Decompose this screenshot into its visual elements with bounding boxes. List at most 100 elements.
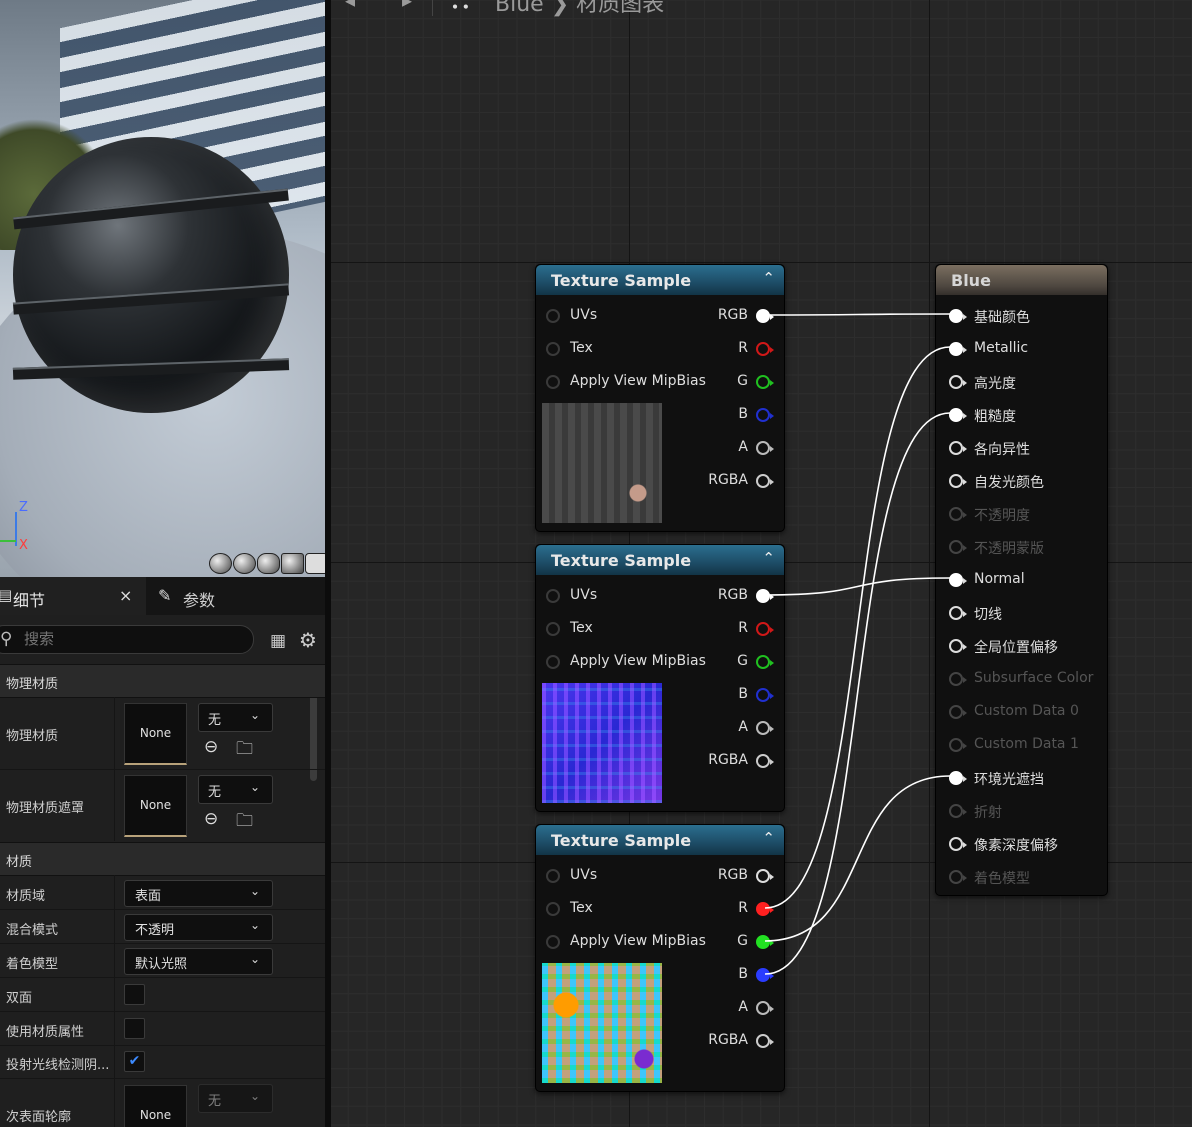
material-result-node[interactable]: Blue 基础颜色 Metallic 高光度 粗糙度 各向异性 自发光颜色 不透明度 不透明蒙… bbox=[935, 264, 1108, 896]
texture-sample-node[interactable]: Texture Sample ⌃ UVs Tex Apply View MipB… bbox=[535, 544, 785, 812]
output-pin-g[interactable] bbox=[756, 935, 774, 949]
phys-mat-thumbnail[interactable]: None bbox=[124, 703, 187, 765]
custom-mesh-preview-icon[interactable] bbox=[305, 553, 325, 574]
material-input-pin[interactable] bbox=[949, 441, 967, 455]
material-input-pin[interactable] bbox=[949, 540, 967, 554]
input-pin[interactable] bbox=[546, 589, 560, 603]
output-pin-rgb[interactable] bbox=[756, 589, 774, 603]
material-input-pin[interactable] bbox=[949, 474, 967, 488]
node-header[interactable]: Blue bbox=[936, 265, 1107, 295]
output-pin-rgba[interactable] bbox=[756, 474, 774, 488]
output-pin-r[interactable] bbox=[756, 622, 774, 636]
browse-folder-icon[interactable]: 🗀 bbox=[236, 808, 253, 837]
input-pin[interactable] bbox=[546, 655, 560, 669]
subsurface-profile-thumbnail[interactable]: None bbox=[124, 1085, 187, 1127]
output-pin-a[interactable] bbox=[756, 721, 774, 735]
output-pin-label: RGBA bbox=[708, 472, 748, 488]
material-domain-label: 材质域 bbox=[6, 889, 46, 904]
tab-parameters[interactable]: 参数 bbox=[183, 587, 215, 611]
input-pin[interactable] bbox=[546, 902, 560, 916]
phys-mat-combo[interactable]: 无 ⌄ bbox=[198, 703, 273, 732]
input-pin[interactable] bbox=[546, 935, 560, 949]
material-input-pin[interactable] bbox=[949, 804, 967, 818]
output-pin-b[interactable] bbox=[756, 688, 774, 702]
input-pin[interactable] bbox=[546, 309, 560, 323]
texture-sample-node[interactable]: Texture Sample ⌃ UVs Tex Apply View MipB… bbox=[535, 824, 785, 1092]
sphere-preview-icon[interactable] bbox=[233, 553, 256, 574]
back-arrow-icon[interactable]: ◂ bbox=[345, 0, 355, 12]
node-header[interactable]: Texture Sample ⌃ bbox=[536, 265, 784, 295]
use-material-attributes-checkbox[interactable] bbox=[124, 1018, 145, 1039]
texture-preview-normal bbox=[542, 683, 662, 803]
section-physical-material[interactable]: 物理材质 bbox=[0, 664, 325, 698]
material-input-pin[interactable] bbox=[949, 606, 967, 620]
material-input-pin[interactable] bbox=[949, 672, 967, 686]
node-title: Texture Sample bbox=[551, 271, 692, 290]
input-pin[interactable] bbox=[546, 342, 560, 356]
use-selected-icon[interactable]: ⊖ bbox=[204, 809, 218, 829]
chevron-down-icon: ⌄ bbox=[249, 884, 260, 898]
search-input[interactable] bbox=[24, 630, 224, 648]
collapse-chevron-icon[interactable]: ⌃ bbox=[762, 269, 775, 287]
browse-folder-icon[interactable]: 🗀 bbox=[236, 736, 253, 765]
output-pin-g[interactable] bbox=[756, 655, 774, 669]
output-pin-rgb[interactable] bbox=[756, 869, 774, 883]
blend-mode-combo[interactable]: 不透明 ⌄ bbox=[124, 914, 273, 941]
output-pin-rgba[interactable] bbox=[756, 754, 774, 768]
subsurface-profile-combo[interactable]: 无 ⌄ bbox=[198, 1084, 273, 1113]
material-input-pin[interactable] bbox=[949, 870, 967, 884]
material-input-pin[interactable] bbox=[949, 507, 967, 521]
texture-sample-node[interactable]: Texture Sample ⌃ UVs Tex Apply View MipB… bbox=[535, 264, 785, 532]
material-input-pin[interactable] bbox=[949, 408, 967, 422]
material-input-pin[interactable] bbox=[949, 738, 967, 752]
use-selected-icon[interactable]: ⊖ bbox=[204, 737, 218, 757]
table-view-icon[interactable]: ▦ bbox=[270, 631, 286, 651]
material-preview-viewport[interactable]: Z X bbox=[0, 0, 325, 577]
material-input-pin[interactable] bbox=[949, 309, 967, 323]
breadcrumb-asset[interactable]: Blue bbox=[495, 0, 544, 17]
material-input-pin[interactable] bbox=[949, 771, 967, 785]
section-material[interactable]: 材质 bbox=[0, 842, 325, 876]
material-input-label: 不透明度 bbox=[974, 508, 1030, 524]
output-pin-b[interactable] bbox=[756, 408, 774, 422]
shading-model-combo[interactable]: 默认光照 ⌄ bbox=[124, 948, 273, 975]
material-input-pin[interactable] bbox=[949, 837, 967, 851]
cube-preview-icon[interactable] bbox=[281, 553, 304, 574]
output-pin-b[interactable] bbox=[756, 968, 774, 982]
forward-arrow-icon[interactable]: ▸ bbox=[402, 0, 412, 12]
node-header[interactable]: Texture Sample ⌃ bbox=[536, 825, 784, 855]
output-pin-r[interactable] bbox=[756, 342, 774, 356]
plane-preview-icon[interactable] bbox=[257, 553, 280, 574]
use-material-attributes-label: 使用材质属性 bbox=[6, 1025, 85, 1040]
cast-ray-traced-shadows-checkbox[interactable]: ✔ bbox=[124, 1051, 145, 1072]
material-input-pin[interactable] bbox=[949, 375, 967, 389]
collapse-chevron-icon[interactable]: ⌃ bbox=[762, 829, 775, 847]
close-icon[interactable]: × bbox=[119, 586, 132, 605]
two-sided-checkbox[interactable] bbox=[124, 984, 145, 1005]
node-header[interactable]: Texture Sample ⌃ bbox=[536, 545, 784, 575]
output-pin-rgb[interactable] bbox=[756, 309, 774, 323]
phys-mat-label: 物理材质 bbox=[6, 729, 59, 744]
phys-mat-mask-thumbnail[interactable]: None bbox=[124, 775, 187, 837]
input-pin[interactable] bbox=[546, 869, 560, 883]
output-pin-a[interactable] bbox=[756, 1001, 774, 1015]
output-pin-g[interactable] bbox=[756, 375, 774, 389]
input-pin[interactable] bbox=[546, 375, 560, 389]
collapse-chevron-icon[interactable]: ⌃ bbox=[762, 549, 775, 567]
output-pin-label: RGBA bbox=[708, 752, 748, 768]
material-input-pin[interactable] bbox=[949, 573, 967, 587]
output-pin-r[interactable] bbox=[756, 902, 774, 916]
material-domain-combo[interactable]: 表面 ⌄ bbox=[124, 880, 273, 907]
output-pin-a[interactable] bbox=[756, 441, 774, 455]
output-pin-rgba[interactable] bbox=[756, 1034, 774, 1048]
gear-icon[interactable]: ⚙ bbox=[299, 628, 317, 652]
tab-details[interactable]: ▤ 细节 × bbox=[0, 577, 146, 615]
input-pin[interactable] bbox=[546, 622, 560, 636]
phys-mat-mask-combo[interactable]: 无 ⌄ bbox=[198, 775, 273, 804]
material-input-pin[interactable] bbox=[949, 705, 967, 719]
column-divider bbox=[114, 875, 115, 1127]
material-input-pin[interactable] bbox=[949, 639, 967, 653]
material-input-pin[interactable] bbox=[949, 342, 967, 356]
texture-preview-orm bbox=[542, 963, 662, 1083]
cylinder-preview-icon[interactable] bbox=[209, 553, 232, 574]
